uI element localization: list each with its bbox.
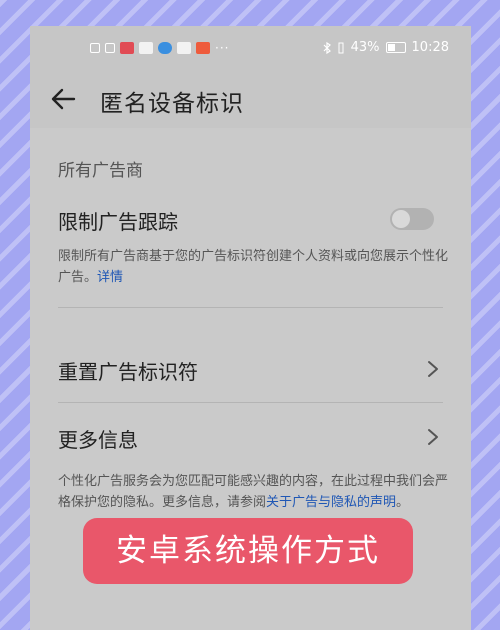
mail-icon [177, 42, 191, 54]
chevron-right-icon[interactable] [426, 427, 440, 447]
app-header: 匿名设备标识 [30, 72, 471, 128]
divider [58, 402, 443, 403]
section-title: 所有广告商 [58, 161, 143, 181]
limit-tracking-label: 限制广告跟踪 [58, 210, 178, 234]
reset-id-row[interactable]: 重置广告标识符 [58, 356, 198, 385]
status-bar: ··· 43% 10:28 [30, 26, 471, 72]
details-link[interactable]: 详情 [97, 270, 123, 285]
settings-list: 所有广告商 限制广告跟踪 限制所有广告商基于您的广告标识符创建个人资料或向您展示… [30, 128, 471, 630]
status-system: 43% 10:28 [323, 40, 449, 55]
more-info-row[interactable]: 更多信息 [58, 424, 138, 453]
hd-icon [90, 43, 100, 53]
chevron-right-icon[interactable] [426, 359, 440, 379]
limit-tracking-desc: 限制所有广告商基于您的广告标识符创建个人资料或向您展示个性化广告。详情 [58, 249, 449, 285]
battery-percent: 43% [350, 40, 380, 55]
promo-banner: 安卓系统操作方式 [83, 518, 413, 584]
divider [58, 307, 443, 308]
more-notifications: ··· [215, 41, 230, 55]
chat-icon [139, 42, 153, 54]
browser-icon [158, 42, 172, 54]
page-title: 匿名设备标识 [100, 91, 244, 117]
status-notifications: ··· [90, 41, 229, 55]
bluetooth-icon [323, 41, 331, 54]
battery-icon [385, 42, 406, 53]
toggle-knob [392, 210, 410, 228]
limit-tracking-toggle[interactable] [390, 208, 434, 230]
ad-privacy-statement-link[interactable]: 关于广告与隐私的声明 [266, 495, 396, 510]
vibrate-icon [338, 42, 344, 53]
news-app-icon [196, 42, 210, 54]
privacy-note: 个性化广告服务会为您匹配可能感兴趣的内容，在此过程中我们会严格保护您的隐私。更多… [58, 474, 449, 510]
red-app-icon [120, 42, 134, 54]
back-arrow-icon[interactable] [48, 84, 78, 114]
clock: 10:28 [411, 40, 449, 55]
signal-icon [105, 43, 115, 53]
phone-screen: ··· 43% 10:28 匿名设备标识 所有广告商 限制广告跟踪 限制所有广告… [30, 26, 471, 630]
